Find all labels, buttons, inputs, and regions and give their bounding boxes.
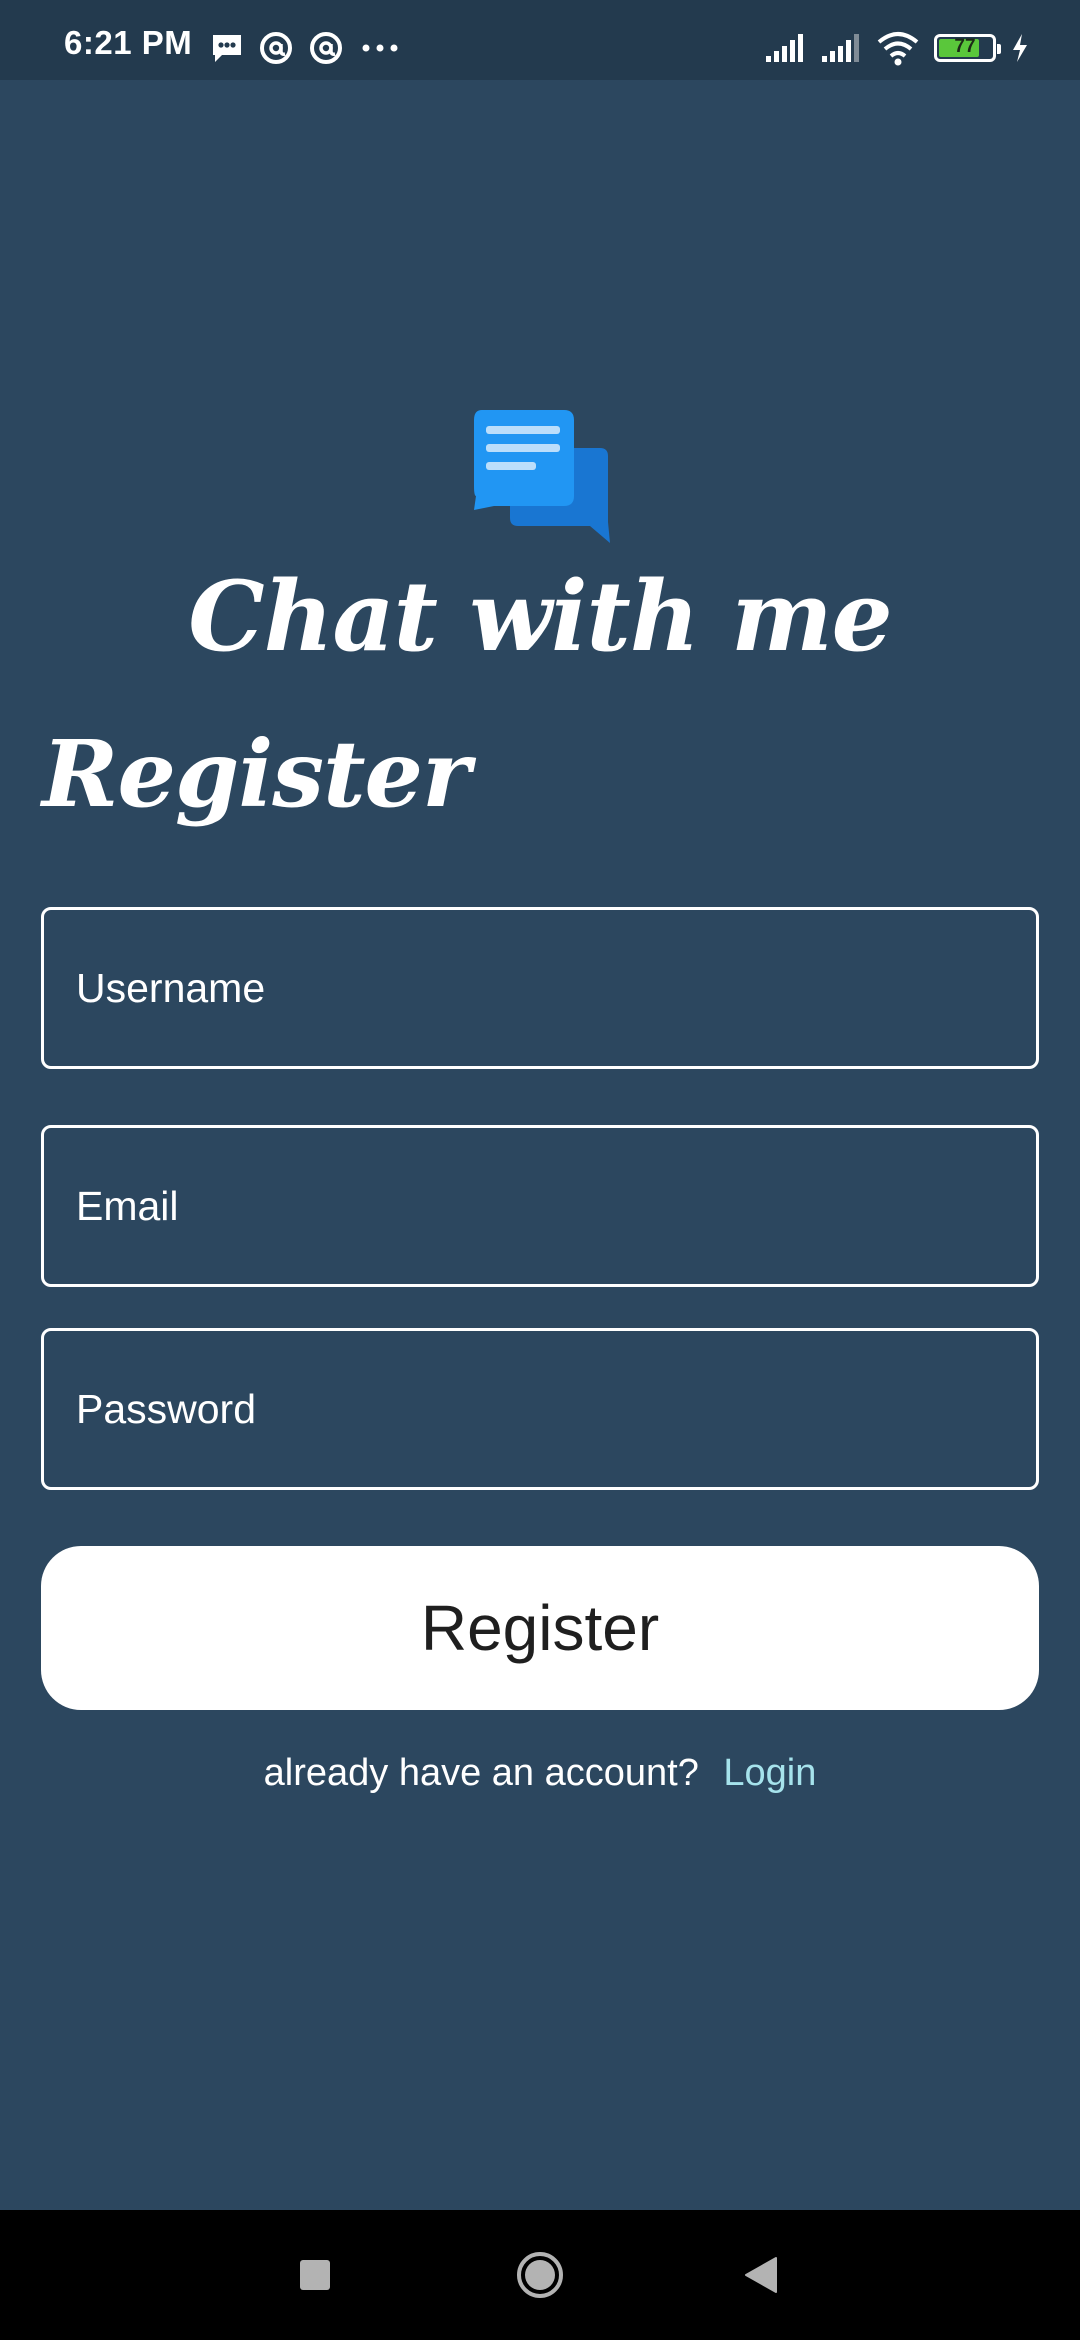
charging-icon <box>1013 34 1027 62</box>
battery-level: 77 <box>954 36 976 57</box>
signal-icon <box>766 34 803 62</box>
app-title: Chat with me <box>188 560 893 673</box>
chat-bubbles-icon <box>474 410 610 543</box>
message-icon <box>213 35 241 62</box>
status-right-icons: 77 <box>764 28 1030 68</box>
status-left-icons <box>210 28 402 68</box>
signal-icon <box>822 34 859 62</box>
login-link[interactable]: Login <box>723 1752 816 1794</box>
status-time: 6:21 PM <box>64 24 193 61</box>
username-input[interactable] <box>44 910 1036 1066</box>
status-bar: 6:21 PM 77 <box>0 0 1080 80</box>
login-prompt-row: already have an account? Login <box>0 1752 1080 1795</box>
email-input[interactable] <box>44 1128 1036 1284</box>
register-button[interactable]: Register <box>41 1546 1039 1710</box>
recents-icon[interactable] <box>300 2260 330 2290</box>
email-field[interactable] <box>41 1125 1039 1287</box>
back-icon[interactable] <box>743 2255 779 2295</box>
login-prompt-text: already have an account? <box>263 1752 699 1794</box>
navigation-bar <box>0 2210 1080 2340</box>
register-screen: 6:21 PM 77 Chat with me Register Usernam… <box>0 0 1080 2340</box>
password-input[interactable] <box>44 1331 1036 1487</box>
battery-icon: 77 <box>934 34 1001 62</box>
more-icon <box>362 44 398 52</box>
home-icon[interactable] <box>515 2250 565 2300</box>
wifi-icon <box>877 32 919 66</box>
battery-nub <box>997 44 1001 54</box>
username-field[interactable] <box>41 907 1039 1069</box>
password-field[interactable] <box>41 1328 1039 1490</box>
at-icon <box>310 32 342 64</box>
at-icon <box>260 32 292 64</box>
register-heading: Register <box>42 720 471 828</box>
